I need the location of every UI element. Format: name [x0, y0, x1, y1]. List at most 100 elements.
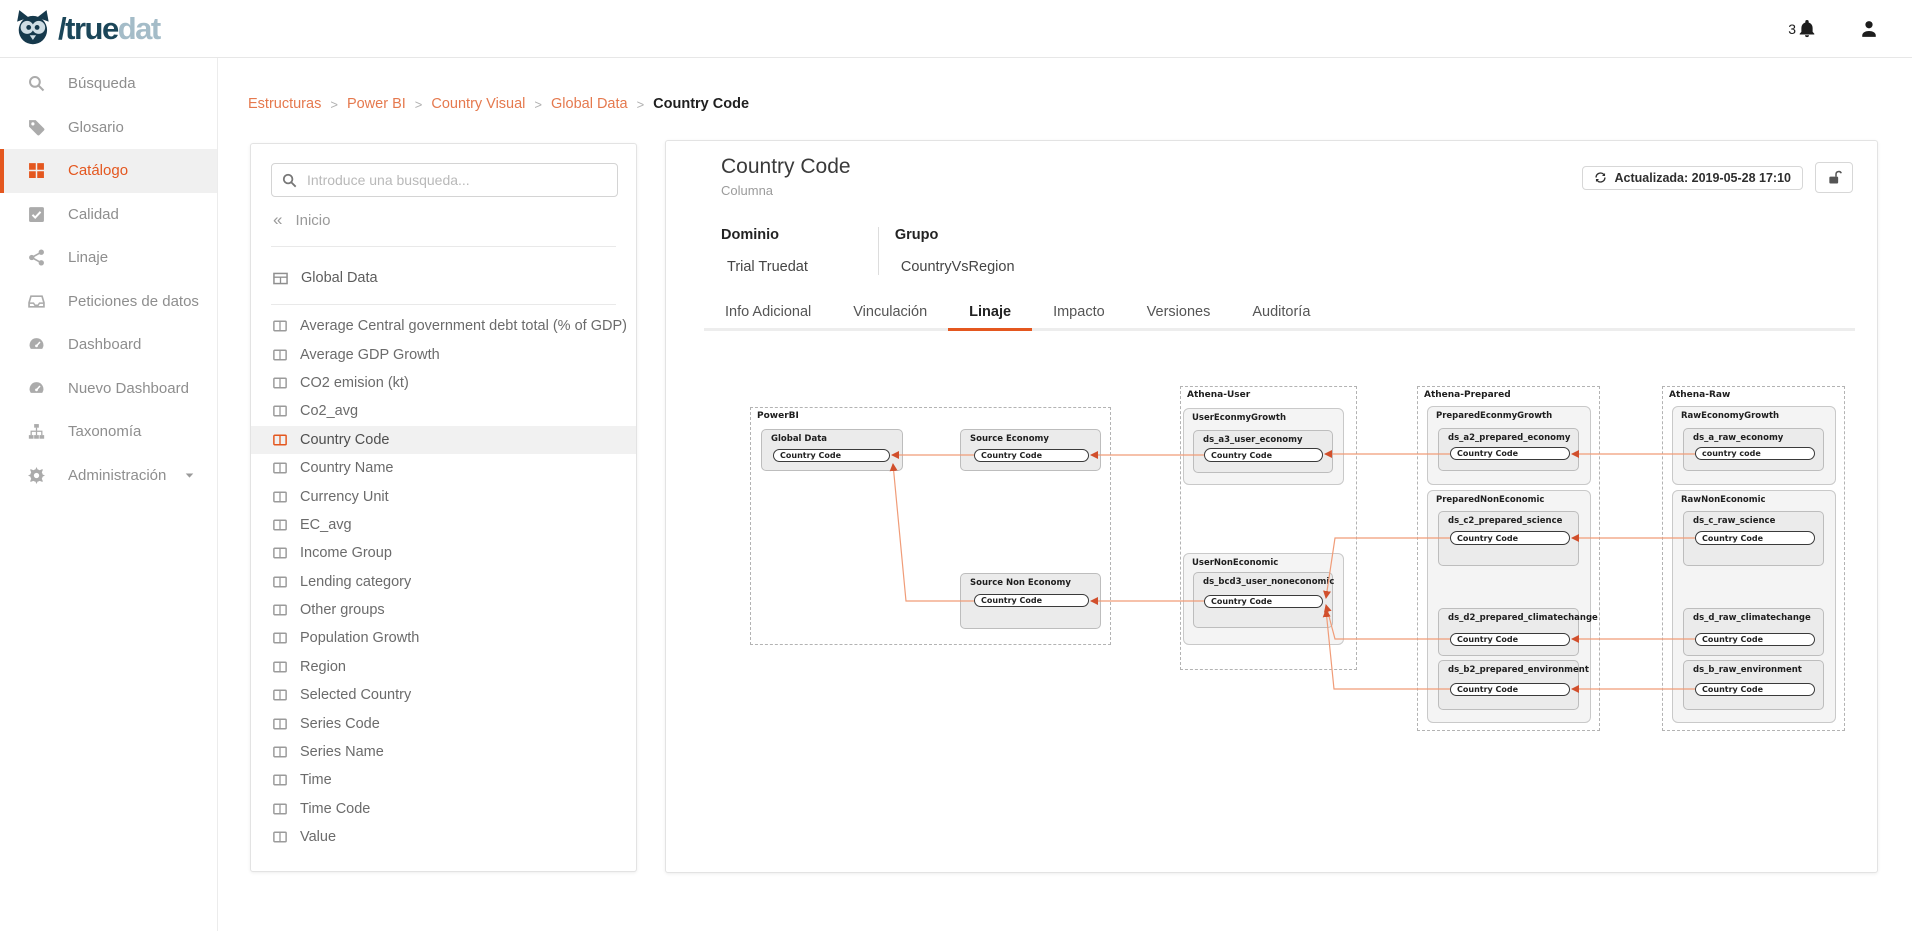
- list-item-selected-country[interactable]: Selected Country: [251, 681, 636, 709]
- column-icon: [273, 319, 287, 333]
- list-item-co2-avg[interactable]: Co2_avg: [251, 397, 636, 425]
- page-title: Country Code: [721, 155, 851, 179]
- list-item-other-groups[interactable]: Other groups: [251, 596, 636, 624]
- lineage-field-pill[interactable]: Country Code: [1450, 447, 1570, 460]
- list-item-series-name[interactable]: Series Name: [251, 738, 636, 766]
- sidebar-item-linaje[interactable]: Linaje: [0, 236, 217, 280]
- list-item-label: Average Central government debt total (%…: [300, 318, 627, 334]
- lineage-subgroup-rawnoneconomic-label: RawNonEconomic: [1681, 495, 1766, 505]
- column-list: Average Central government debt total (%…: [251, 312, 636, 851]
- sidebar: BúsquedaGlosarioCatálogoCalidadLinajePet…: [0, 58, 218, 931]
- tab-impacto[interactable]: Impacto: [1032, 294, 1126, 331]
- list-item-income-group[interactable]: Income Group: [251, 539, 636, 567]
- sidebar-item-cat-logo[interactable]: Catálogo: [0, 149, 217, 193]
- list-item-average-gdp-growth[interactable]: Average GDP Growth: [251, 340, 636, 368]
- list-item-average-central-government-debt-total-of-gdp-[interactable]: Average Central government debt total (%…: [251, 312, 636, 340]
- breadcrumb-link[interactable]: Country Visual: [431, 96, 525, 112]
- sitemap-icon: [28, 423, 45, 440]
- sidebar-item-calidad[interactable]: Calidad: [0, 193, 217, 237]
- list-item-label: EC_avg: [300, 517, 352, 533]
- breadcrumb: Estructuras>Power BI>Country Visual>Glob…: [248, 96, 749, 112]
- lineage-field-pill[interactable]: Country Code: [1450, 531, 1570, 545]
- sidebar-item-taxonom-a[interactable]: Taxonomía: [0, 410, 217, 454]
- sidebar-item-administraci-n[interactable]: Administración: [0, 454, 217, 498]
- list-item-time[interactable]: Time: [251, 766, 636, 794]
- updated-label: Actualizada: 2019-05-28 17:10: [1615, 171, 1791, 185]
- lineage-dataset-ds-a3-user-economy-label: ds_a3_user_economy: [1203, 435, 1303, 445]
- share-icon: [28, 249, 45, 266]
- lineage-subgroup-usernoneconomic-label: UserNonEconomic: [1192, 558, 1278, 568]
- sidebar-item-peticiones-de-datos[interactable]: Peticiones de datos: [0, 280, 217, 324]
- lineage-field-pill[interactable]: Country Code: [1695, 683, 1815, 696]
- column-icon: [273, 688, 287, 702]
- check-square-icon: [28, 206, 45, 223]
- lineage-field-pill[interactable]: Country Code: [1450, 683, 1570, 696]
- table-icon: [273, 271, 288, 286]
- parent-structure-item[interactable]: Global Data: [273, 260, 378, 296]
- lineage-field-pill[interactable]: Country Code: [1204, 448, 1323, 462]
- notifications-button[interactable]: 3: [1788, 20, 1816, 38]
- dominio-value: Trial Truedat: [721, 259, 808, 275]
- sidebar-item-nuevo-dashboard[interactable]: Nuevo Dashboard: [0, 367, 217, 411]
- breadcrumb-link[interactable]: Global Data: [551, 96, 628, 112]
- tab-auditor-a[interactable]: Auditoría: [1231, 294, 1331, 331]
- divider: [271, 246, 616, 247]
- list-item-country-code[interactable]: Country Code: [251, 426, 636, 454]
- list-item-ec-avg[interactable]: EC_avg: [251, 511, 636, 539]
- structure-panel: « Inicio Global Data Average Central gov…: [250, 143, 637, 872]
- lineage-dataset-global-data-label: Global Data: [771, 434, 827, 444]
- list-item-value[interactable]: Value: [251, 823, 636, 851]
- lineage-dataset-ds-c2-prepared-science-label: ds_c2_prepared_science: [1448, 516, 1562, 526]
- user-icon[interactable]: [1860, 20, 1878, 38]
- list-item-country-name[interactable]: Country Name: [251, 454, 636, 482]
- lineage-dataset-ds-b-raw-environment-label: ds_b_raw_environment: [1693, 665, 1802, 675]
- structure-search-input[interactable]: [307, 172, 607, 188]
- list-item-region[interactable]: Region: [251, 653, 636, 681]
- list-item-currency-unit[interactable]: Currency Unit: [251, 482, 636, 510]
- column-icon: [273, 404, 287, 418]
- lineage-dataset-ds-d2-prepared-climatechange[interactable]: ds_d2_prepared_climatechange: [1438, 608, 1579, 656]
- sidebar-item-glosario[interactable]: Glosario: [0, 106, 217, 150]
- parent-structure-label: Global Data: [301, 270, 378, 286]
- list-item-population-growth[interactable]: Population Growth: [251, 624, 636, 652]
- brand-text: /truedat: [58, 13, 160, 44]
- notification-count: 3: [1788, 21, 1796, 37]
- breadcrumb-separator: >: [415, 97, 423, 112]
- lineage-field-pill[interactable]: Country Code: [1204, 595, 1323, 608]
- list-item-lending-category[interactable]: Lending category: [251, 568, 636, 596]
- lineage-subgroup-preparednoneconomic-label: PreparedNonEconomic: [1436, 495, 1544, 505]
- list-item-co2-emision-kt-[interactable]: CO2 emision (kt): [251, 369, 636, 397]
- breadcrumb-link[interactable]: Estructuras: [248, 96, 321, 112]
- breadcrumb-link[interactable]: Power BI: [347, 96, 406, 112]
- list-item-label: Currency Unit: [300, 489, 389, 505]
- breadcrumb-current: Country Code: [653, 96, 749, 112]
- lineage-field-pill[interactable]: Country Code: [1695, 531, 1815, 545]
- tab-info-adicional[interactable]: Info Adicional: [704, 294, 832, 331]
- tab-vinculaci-n[interactable]: Vinculación: [832, 294, 948, 331]
- topbar: /truedat 3: [0, 0, 1912, 58]
- lineage-field-pill[interactable]: Country Code: [974, 594, 1089, 607]
- lineage-field-pill[interactable]: country code: [1695, 447, 1815, 460]
- dominio-label: Dominio: [721, 227, 808, 243]
- list-item-series-code[interactable]: Series Code: [251, 709, 636, 737]
- back-to-home[interactable]: « Inicio: [273, 210, 331, 230]
- lineage-dataset-ds-d-raw-climatechange[interactable]: ds_d_raw_climatechange: [1683, 608, 1824, 656]
- tab-versiones[interactable]: Versiones: [1126, 294, 1232, 331]
- sidebar-item-b-squeda[interactable]: Búsqueda: [0, 62, 217, 106]
- structure-search: [271, 163, 618, 197]
- lineage-field-pill[interactable]: Country Code: [1450, 633, 1570, 646]
- unlock-button[interactable]: [1815, 162, 1853, 193]
- lineage-dataset-ds-d-raw-climatechange-label: ds_d_raw_climatechange: [1693, 613, 1811, 623]
- list-item-time-code[interactable]: Time Code: [251, 795, 636, 823]
- list-item-label: Selected Country: [300, 687, 411, 703]
- lineage-field-pill[interactable]: Country Code: [773, 449, 890, 462]
- sidebar-item-dashboard[interactable]: Dashboard: [0, 323, 217, 367]
- lineage-field-pill[interactable]: Country Code: [1695, 633, 1815, 646]
- updated-button[interactable]: Actualizada: 2019-05-28 17:10: [1582, 166, 1803, 190]
- list-item-label: Lending category: [300, 574, 411, 590]
- tab-linaje[interactable]: Linaje: [948, 294, 1032, 331]
- unlock-icon: [1827, 170, 1842, 185]
- lineage-field-pill[interactable]: Country Code: [974, 449, 1089, 462]
- column-icon: [273, 830, 287, 844]
- truedat-logo[interactable]: /truedat: [14, 8, 160, 50]
